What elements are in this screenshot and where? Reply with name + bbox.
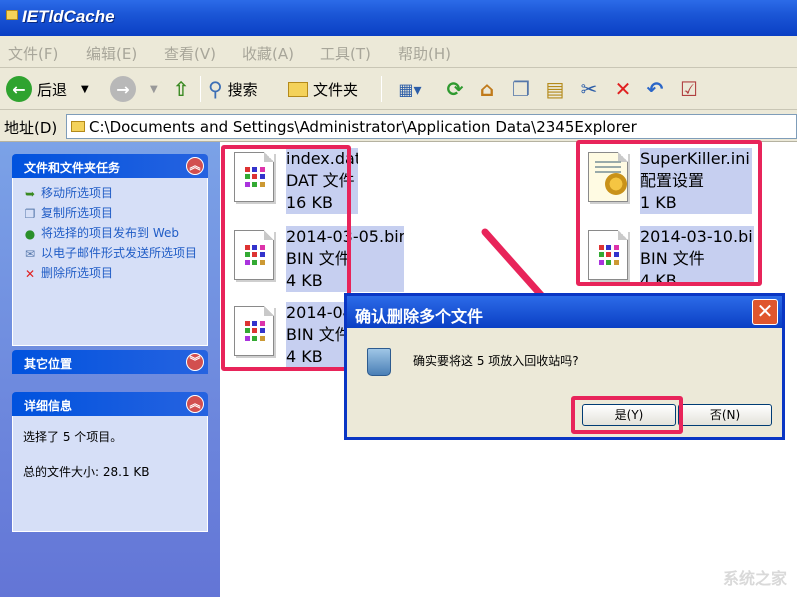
folders-label: 文件夹	[313, 80, 359, 99]
details-title: 详细信息	[24, 399, 73, 413]
collapse-icon[interactable]: ︽	[186, 395, 204, 413]
address-input[interactable]: C:\Documents and Settings\Administrator\…	[66, 114, 797, 139]
move-icon: ➥	[24, 187, 36, 201]
file-tasks-box: 文件和文件夹任务 ︽ ➥ 移动所选项目 ❐ 复制所选项目 ● 将选择的项目发布到 We…	[12, 154, 208, 346]
address-path: C:\Documents and Settings\Administrator\…	[89, 118, 637, 136]
address-bar: 地址(D) C:\Documents and Settings\Administ…	[0, 110, 797, 142]
search-icon: ⚲	[208, 77, 223, 101]
other-places-title: 其它位置	[24, 357, 73, 371]
task-publish-web[interactable]: ● 将选择的项目发布到 Web	[23, 226, 197, 241]
no-button[interactable]: 否(N)	[678, 404, 772, 426]
views-icon[interactable]: ▦▾	[390, 76, 430, 102]
task-pane: 文件和文件夹任务 ︽ ➥ 移动所选项目 ❐ 复制所选项目 ● 将选择的项目发布到 We…	[0, 142, 220, 597]
details-box: 详细信息 ︽ 选择了 5 个项目。 总的文件大小: 28.1 KB	[12, 392, 208, 532]
task-copy[interactable]: ❐ 复制所选项目	[23, 206, 197, 221]
chevron-down-icon[interactable]: ▼	[150, 84, 158, 95]
folder-icon	[6, 10, 18, 20]
menu-bar: 文件(F) 编辑(E) 查看(V) 收藏(A) 工具(T) 帮助(H)	[0, 36, 797, 68]
search-button[interactable]: ⚲ 搜索	[208, 68, 258, 110]
copy-icon: ❐	[24, 207, 36, 221]
folder-icon	[71, 121, 85, 132]
delete-icon[interactable]: ✕	[610, 76, 636, 102]
other-places-header[interactable]: 其它位置 ︾	[12, 350, 208, 374]
folder-icon	[288, 81, 308, 97]
back-label: 后退	[37, 80, 68, 99]
task-label: 以电子邮件形式发送所选项目	[41, 246, 198, 260]
back-arrow-icon: ←	[6, 76, 32, 102]
home-icon[interactable]: ⌂	[474, 76, 500, 102]
copy-icon[interactable]: ❐	[508, 76, 534, 102]
task-label: 复制所选项目	[41, 206, 114, 220]
task-delete[interactable]: ✕ 删除所选项目	[23, 266, 197, 281]
menu-help[interactable]: 帮助(H)	[398, 43, 451, 64]
details-total-size: 总的文件大小: 28.1 KB	[23, 465, 150, 479]
address-label: 地址(D)	[4, 119, 58, 137]
search-label: 搜索	[227, 80, 258, 99]
close-icon[interactable]: ✕	[752, 299, 778, 325]
details-header[interactable]: 详细信息 ︽	[12, 392, 208, 416]
forward-arrow-icon: →	[110, 76, 136, 102]
file-tasks-body: ➥ 移动所选项目 ❐ 复制所选项目 ● 将选择的项目发布到 Web ✉ 以电子邮件形式发…	[12, 178, 208, 346]
menu-edit[interactable]: 编辑(E)	[86, 43, 137, 64]
highlight-box	[576, 140, 762, 286]
undo-icon[interactable]: ↶	[642, 76, 668, 102]
highlight-box	[571, 396, 683, 434]
details-selected: 选择了 5 个项目。	[23, 430, 123, 444]
toolbar: ← 后退 ▼ → ▼ ⇧ ⚲ 搜索 文件夹 ▦▾ ⟳ ⌂ ❐ ▤ ✂ ✕ ↶ ☑	[0, 68, 797, 110]
task-move[interactable]: ➥ 移动所选项目	[23, 186, 197, 201]
highlight-box	[221, 145, 351, 371]
toolbar-separator	[381, 76, 382, 102]
chevron-down-icon[interactable]: ▼	[81, 84, 89, 95]
menu-tools[interactable]: 工具(T)	[320, 43, 371, 64]
other-places-box: 其它位置 ︾	[12, 350, 208, 374]
folders-button[interactable]: 文件夹	[288, 68, 358, 110]
expand-icon[interactable]: ︾	[186, 353, 204, 371]
cut-icon[interactable]: ✂	[576, 76, 602, 102]
menu-file[interactable]: 文件(F)	[8, 43, 58, 64]
title-bar: IETldCache	[0, 0, 797, 36]
refresh-icon[interactable]: ⟳	[442, 76, 468, 102]
task-label: 移动所选项目	[41, 186, 114, 200]
collapse-icon[interactable]: ︽	[186, 157, 204, 175]
file-tasks-header[interactable]: 文件和文件夹任务 ︽	[12, 154, 208, 178]
confirm-delete-dialog: 确认删除多个文件 ✕ 确实要将这 5 项放入回收站吗? 是(Y) 否(N)	[344, 293, 785, 440]
up-folder-icon[interactable]: ⇧	[168, 76, 194, 102]
task-label: 将选择的项目发布到 Web	[41, 226, 179, 240]
paste-icon[interactable]: ▤	[542, 76, 568, 102]
task-email[interactable]: ✉ 以电子邮件形式发送所选项目	[23, 246, 197, 261]
file-tasks-title: 文件和文件夹任务	[24, 161, 121, 175]
window-title: IETldCache	[22, 7, 115, 26]
properties-icon[interactable]: ☑	[676, 76, 702, 102]
toolbar-separator	[200, 76, 201, 102]
details-body: 选择了 5 个项目。 总的文件大小: 28.1 KB	[12, 416, 208, 532]
dialog-message: 确实要将这 5 项放入回收站吗?	[413, 354, 579, 368]
delete-icon: ✕	[24, 267, 36, 281]
watermark: 系统之家	[722, 569, 787, 588]
email-icon: ✉	[24, 247, 36, 261]
dialog-title-bar: 确认删除多个文件 ✕	[347, 296, 782, 328]
task-label: 删除所选项目	[41, 266, 114, 280]
dialog-title: 确认删除多个文件	[355, 307, 484, 326]
back-button[interactable]: ← 后退 ▼	[6, 68, 89, 110]
menu-favorites[interactable]: 收藏(A)	[242, 43, 294, 64]
menu-view[interactable]: 查看(V)	[164, 43, 216, 64]
globe-icon: ●	[24, 227, 36, 241]
forward-button[interactable]: → ▼	[110, 68, 158, 110]
recycle-bin-icon	[367, 348, 391, 376]
